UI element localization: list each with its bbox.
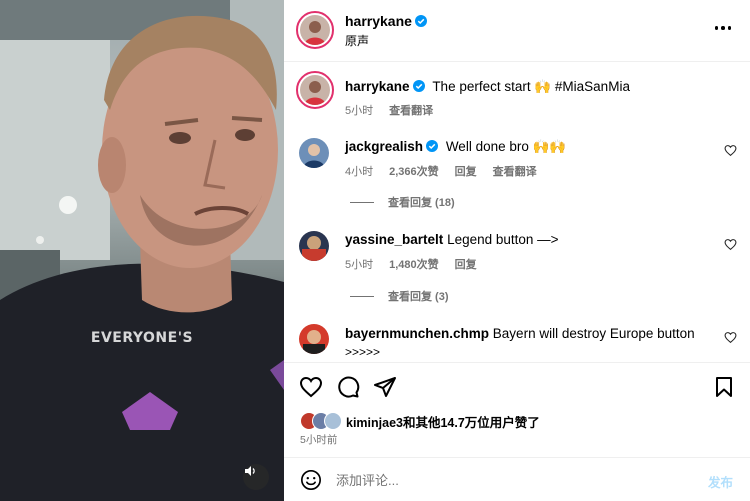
- avatar-image: [300, 75, 330, 105]
- avatar-image: [300, 15, 330, 45]
- avatar-image: [299, 324, 329, 354]
- comment-icon[interactable]: [336, 375, 360, 399]
- comment-text: bayernmunchen.chmp Bayern will destroy E…: [345, 325, 715, 361]
- verified-badge-icon: [414, 15, 427, 27]
- reply-button[interactable]: 回复: [455, 163, 477, 179]
- likes-summary[interactable]: kiminjae3和其他14.7万位用户赞了: [300, 411, 540, 431]
- caption-avatar[interactable]: [296, 71, 334, 109]
- comment-meta: 4小时 2,366次赞 回复 查看翻译: [345, 163, 553, 179]
- action-bar: [284, 362, 750, 406]
- post-panel: harrykane 原声 harrykane The perfect start…: [284, 0, 750, 501]
- verified-badge-icon: [412, 80, 425, 92]
- video-player[interactable]: EVERYONE'S: [0, 0, 284, 501]
- comment-like-count[interactable]: 2,366次赞: [389, 163, 439, 179]
- reply-button[interactable]: 回复: [455, 256, 477, 272]
- comment-like-heart-icon[interactable]: [724, 144, 737, 157]
- video-frame: [0, 0, 284, 501]
- post-timestamp[interactable]: 5小时前: [300, 432, 337, 447]
- comment-input[interactable]: [336, 466, 696, 494]
- heart-icon[interactable]: [299, 375, 323, 399]
- view-replies-button[interactable]: 查看回复 (3): [350, 288, 449, 304]
- caption-username[interactable]: harrykane: [345, 79, 410, 94]
- comment-username[interactable]: jackgrealish: [345, 139, 423, 154]
- more-horizontal-icon: [714, 26, 719, 30]
- comment-body: Bayern will destroy Europe button: [492, 326, 695, 341]
- emoji-icon[interactable]: [300, 469, 322, 491]
- commenter-avatar[interactable]: [299, 231, 329, 261]
- comment-text: jackgrealish Well done bro 🙌🙌: [345, 138, 566, 156]
- header-username-text[interactable]: harrykane: [345, 13, 412, 29]
- comment-body: Well done bro 🙌🙌: [445, 139, 567, 154]
- bookmark-icon[interactable]: [712, 375, 736, 399]
- replies-divider: [350, 295, 374, 297]
- mute-button[interactable]: [243, 464, 269, 490]
- comment-like-count[interactable]: 1,480次赞: [389, 256, 439, 272]
- comment-time: 5小时: [345, 259, 374, 271]
- caption-body: The perfect start 🙌 #MiaSanMia: [432, 79, 630, 94]
- caption-time: 5小时: [345, 105, 374, 117]
- comment-time: 4小时: [345, 166, 374, 178]
- liker-avatar: [324, 412, 342, 430]
- comment-username[interactable]: bayernmunchen.chmp: [345, 326, 489, 341]
- header-username[interactable]: harrykane: [345, 13, 427, 29]
- commenter-avatar[interactable]: [299, 138, 329, 168]
- comment-text: yassine_bartelt Legend button —>: [345, 231, 559, 249]
- avatar-image: [299, 231, 329, 261]
- comment-composer: 发布: [284, 457, 750, 501]
- post-header: harrykane 原声: [284, 0, 750, 62]
- view-replies-button[interactable]: 查看回复 (18): [350, 194, 455, 210]
- commenter-avatar[interactable]: [299, 324, 329, 354]
- comment-body-continued: >>>>>: [345, 345, 381, 359]
- video-caption: EVERYONE'S: [90, 330, 194, 346]
- comment-username[interactable]: yassine_bartelt: [345, 232, 443, 247]
- comment-like-heart-icon[interactable]: [724, 331, 737, 344]
- post-comment-button[interactable]: 发布: [708, 472, 733, 491]
- more-options-button[interactable]: [712, 20, 734, 36]
- see-translation-link[interactable]: 查看翻译: [389, 102, 433, 118]
- author-avatar[interactable]: [296, 11, 334, 49]
- comment-like-heart-icon[interactable]: [724, 238, 737, 251]
- comment-body: Legend button —>: [447, 232, 559, 247]
- view-replies-label[interactable]: 查看回复 (18): [388, 194, 455, 210]
- speaker-icon: [245, 466, 255, 476]
- verified-badge-icon: [426, 140, 439, 152]
- caption-text: harrykane The perfect start 🙌 #MiaSanMia: [345, 78, 630, 96]
- likes-text[interactable]: kiminjae3和其他14.7万位用户赞了: [346, 412, 540, 431]
- avatar-image: [299, 138, 329, 168]
- replies-divider: [350, 201, 374, 203]
- audio-label[interactable]: 原声: [345, 32, 369, 49]
- view-replies-label[interactable]: 查看回复 (3): [388, 288, 449, 304]
- comment-meta: 5小时 1,480次赞 回复: [345, 256, 493, 272]
- caption-meta: 5小时 查看翻译: [345, 102, 449, 118]
- send-icon[interactable]: [373, 375, 397, 399]
- see-translation-link[interactable]: 查看翻译: [493, 163, 537, 179]
